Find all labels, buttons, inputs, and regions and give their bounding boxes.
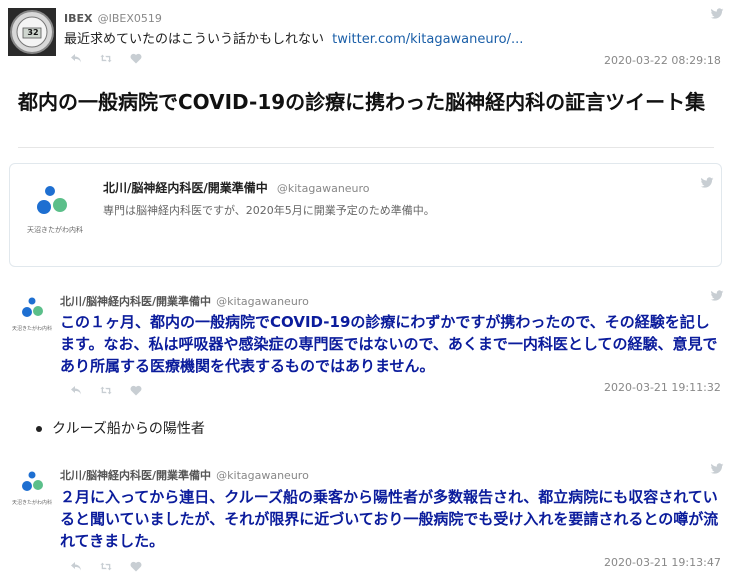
tweet-body: ２月に入ってから連日、クルーズ船の乗客から陽性者が多数報告され、都立病院にも収容…	[60, 488, 719, 550]
twitter-bird-icon[interactable]	[710, 290, 724, 302]
tweet-body: この１ヶ月、都内の一般病院でCOVID-19の診療にわずかですが携わったので、そ…	[60, 313, 718, 375]
card-user-handle[interactable]: @kitagawaneuro	[277, 182, 370, 195]
user-name[interactable]: 北川/脳神経内科医/開業準備中	[60, 295, 211, 308]
clinic-logo[interactable]: 天沼きたがわ内科	[26, 183, 84, 243]
tweet-header: 北川/脳神経内科医/開業準備中 @kitagawaneuro	[60, 290, 309, 309]
clinic-logo-text: 天沼きたがわ内科	[11, 500, 52, 506]
tweet-actions	[70, 561, 142, 572]
user-name[interactable]: 北川/脳神経内科医/開業準備中	[60, 469, 211, 482]
twitter-bird-icon[interactable]	[710, 8, 724, 20]
title-divider	[18, 147, 714, 148]
tweet-body: 最近求めていたのはこういう話かもしれない	[64, 32, 325, 47]
tweet-link[interactable]: twitter.com/kitagawaneuro/...	[332, 32, 523, 47]
card-bio: 専門は脳神経内科医ですが、2020年5月に開業予定のため準備中。	[103, 204, 435, 217]
bullet-dot	[36, 426, 42, 432]
twitter-bird-icon[interactable]	[710, 463, 724, 475]
tweet-header: 北川/脳神経内科医/開業準備中 @kitagawaneuro	[60, 464, 309, 483]
like-icon[interactable]	[130, 53, 142, 64]
clinic-logo-text: 天沼きたがわ内科	[27, 226, 83, 234]
tweet-actions	[70, 53, 142, 64]
tweet-text: 最近求めていたのはこういう話かもしれない twitter.com/kitagaw…	[64, 28, 523, 47]
avatar[interactable]: 天沼きたがわ内科	[10, 470, 54, 506]
timestamp[interactable]: 2020-03-22 08:29:18	[604, 54, 721, 67]
card-user-name[interactable]: 北川/脳神経内科医/開業準備中	[103, 181, 268, 195]
avatar-number: 32	[27, 28, 39, 37]
clinic-logo-text: 天沼きたがわ内科	[11, 326, 52, 332]
retweet-icon[interactable]	[100, 385, 112, 396]
clinic-logo-mark-icon	[37, 186, 67, 214]
tweet-actions	[70, 385, 142, 396]
clinic-logo-mark-icon	[22, 297, 43, 317]
reply-icon[interactable]	[70, 561, 82, 572]
user-handle[interactable]: @kitagawaneuro	[216, 295, 309, 308]
reply-icon[interactable]	[70, 53, 82, 64]
retweet-icon[interactable]	[100, 561, 112, 572]
user-name[interactable]: IBEX	[64, 12, 92, 25]
avatar[interactable]: 天沼きたがわ内科	[10, 296, 54, 332]
like-icon[interactable]	[130, 561, 142, 572]
user-handle[interactable]: @IBEX0519	[98, 12, 162, 25]
like-icon[interactable]	[130, 385, 142, 396]
timestamp[interactable]: 2020-03-21 19:13:47	[604, 556, 721, 569]
page-title: 都内の一般病院でCOVID-19の診療に携わった脳神経内科の証言ツイート集	[18, 90, 706, 114]
list-item: クルーズ船からの陽性者	[52, 421, 205, 437]
retweet-icon[interactable]	[100, 53, 112, 64]
reply-icon[interactable]	[70, 385, 82, 396]
avatar[interactable]: 32	[8, 8, 56, 56]
card-header: 北川/脳神経内科医/開業準備中 @kitagawaneuro	[103, 177, 370, 196]
clinic-logo-mark-icon	[22, 471, 43, 491]
twitter-bird-icon[interactable]	[700, 177, 714, 189]
tweet-header: IBEX @IBEX0519	[64, 7, 162, 26]
timestamp[interactable]: 2020-03-21 19:11:32	[604, 381, 721, 394]
user-handle[interactable]: @kitagawaneuro	[216, 469, 309, 482]
